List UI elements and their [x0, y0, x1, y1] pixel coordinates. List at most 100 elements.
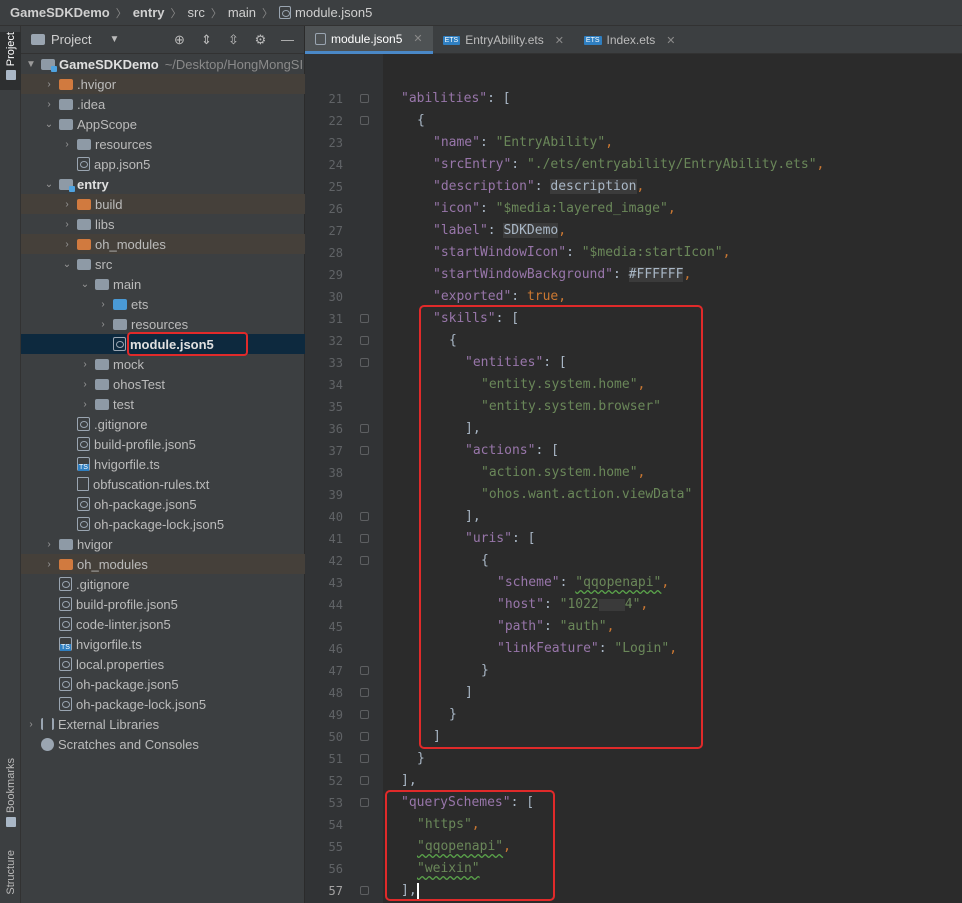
- tree-item-code-linter[interactable]: code-linter.json5: [21, 614, 305, 634]
- tree-item-hvigor-dir[interactable]: › .hvigor: [21, 74, 305, 94]
- tree-item-test[interactable]: › test: [21, 394, 305, 414]
- close-icon[interactable]: ✕: [555, 34, 564, 47]
- tree-item-scratches[interactable]: Scratches and Consoles: [21, 734, 305, 754]
- chevron-right-icon[interactable]: ›: [97, 299, 109, 310]
- tree-item-ets[interactable]: › ets: [21, 294, 305, 314]
- collapse-all-icon[interactable]: ⇳: [227, 33, 240, 46]
- fold-marker-icon[interactable]: [360, 886, 369, 895]
- fold-marker-icon[interactable]: [360, 424, 369, 433]
- fold-marker-icon[interactable]: [360, 336, 369, 345]
- tree-item-root-hvigorfile[interactable]: hvigorfile.ts: [21, 634, 305, 654]
- tree-item-root-oh-package-lock[interactable]: oh-package-lock.json5: [21, 694, 305, 714]
- tree-item-app-json5[interactable]: app.json5: [21, 154, 305, 174]
- breadcrumb-separator: 〉: [210, 7, 222, 20]
- chevron-right-icon[interactable]: ›: [61, 219, 73, 230]
- gear-icon[interactable]: ⚙: [254, 33, 267, 46]
- tree-item-libs[interactable]: › libs: [21, 214, 305, 234]
- breadcrumb-project[interactable]: GameSDKDemo: [10, 5, 110, 20]
- fold-marker-icon[interactable]: [360, 534, 369, 543]
- fold-marker-icon[interactable]: [360, 666, 369, 675]
- fold-marker-icon[interactable]: [360, 314, 369, 323]
- tree-item-root-oh-modules[interactable]: › oh_modules: [21, 554, 305, 574]
- fold-marker-icon[interactable]: [360, 798, 369, 807]
- fold-marker-icon[interactable]: [360, 754, 369, 763]
- tree-item-idea[interactable]: › .idea: [21, 94, 305, 114]
- chevron-right-icon[interactable]: ›: [61, 239, 73, 250]
- tree-item-root-oh-package[interactable]: oh-package.json5: [21, 674, 305, 694]
- tree-item-local-properties[interactable]: local.properties: [21, 654, 305, 674]
- chevron-down-icon[interactable]: ▼: [25, 59, 37, 70]
- project-tool-tab[interactable]: Project: [0, 32, 21, 90]
- tree-item-entry-oh-modules[interactable]: › oh_modules: [21, 234, 305, 254]
- json-key: "srcEntry": [433, 157, 512, 172]
- tree-item-entry[interactable]: ⌄ entry: [21, 174, 305, 194]
- chevron-right-icon[interactable]: ›: [97, 319, 109, 330]
- locate-file-icon[interactable]: ⊕: [173, 33, 186, 46]
- chevron-right-icon[interactable]: ›: [79, 399, 91, 410]
- chevron-right-icon[interactable]: ›: [61, 139, 73, 150]
- fold-marker-icon[interactable]: [360, 512, 369, 521]
- chevron-right-icon[interactable]: ›: [43, 559, 55, 570]
- line-number: 41: [328, 532, 343, 546]
- tab-entryability-ets[interactable]: ETS EntryAbility.ets ✕: [433, 26, 574, 54]
- tree-item-external-libraries[interactable]: › External Libraries: [21, 714, 305, 734]
- fold-marker-icon[interactable]: [360, 556, 369, 565]
- tree-item-mock[interactable]: › mock: [21, 354, 305, 374]
- tree-item-entry-oh-package[interactable]: oh-package.json5: [21, 494, 305, 514]
- tree-item-root[interactable]: ▼ GameSDKDemo ~/Desktop/HongMongSI: [21, 54, 305, 74]
- chevron-down-icon[interactable]: ⌄: [61, 259, 73, 270]
- tree-item-main-resources[interactable]: › resources: [21, 314, 305, 334]
- chevron-down-icon[interactable]: ⌄: [43, 179, 55, 190]
- tree-item-label: .hvigor: [77, 76, 117, 92]
- chevron-down-icon[interactable]: ⌄: [79, 279, 91, 290]
- tree-item-appscope[interactable]: ⌄ AppScope: [21, 114, 305, 134]
- tree-item-root-gitignore[interactable]: .gitignore: [21, 574, 305, 594]
- breadcrumb-file[interactable]: module.json5: [279, 5, 372, 20]
- chevron-right-icon[interactable]: ›: [79, 359, 91, 370]
- tree-item-entry-gitignore[interactable]: .gitignore: [21, 414, 305, 434]
- breadcrumb-main[interactable]: main: [228, 5, 256, 20]
- chevron-right-icon[interactable]: ›: [61, 199, 73, 210]
- close-icon[interactable]: ✕: [666, 34, 675, 47]
- tree-item-ohostest[interactable]: › ohosTest: [21, 374, 305, 394]
- tab-index-ets[interactable]: ETS Index.ets ✕: [574, 26, 686, 54]
- chevron-down-icon[interactable]: ⌄: [43, 119, 55, 130]
- tree-item-appscope-resources[interactable]: › resources: [21, 134, 305, 154]
- minimize-icon[interactable]: —: [281, 33, 294, 46]
- tree-item-entry-hvigorfile[interactable]: hvigorfile.ts: [21, 454, 305, 474]
- tab-module-json5[interactable]: module.json5 ✕: [305, 26, 433, 54]
- tree-item-main[interactable]: ⌄ main: [21, 274, 305, 294]
- fold-marker-icon[interactable]: [360, 776, 369, 785]
- tree-item-obfuscation-rules[interactable]: obfuscation-rules.txt: [21, 474, 305, 494]
- chevron-right-icon[interactable]: ›: [79, 379, 91, 390]
- fold-marker-icon[interactable]: [360, 94, 369, 103]
- chevron-right-icon[interactable]: ›: [43, 99, 55, 110]
- fold-marker-icon[interactable]: [360, 710, 369, 719]
- code-editor[interactable]: "abilities": [ { "name": "EntryAbility",…: [383, 54, 962, 903]
- chevron-right-icon[interactable]: ›: [43, 79, 55, 90]
- fold-marker-icon[interactable]: [360, 688, 369, 697]
- tree-item-label: main: [113, 276, 142, 292]
- editor-gutter[interactable]: 21 22 23 24 25 26 27 28 29 30 31 32 33 3…: [305, 54, 383, 903]
- chevron-right-icon[interactable]: ›: [43, 539, 55, 550]
- tree-item-entry-build-profile[interactable]: build-profile.json5: [21, 434, 305, 454]
- breadcrumb-entry[interactable]: entry: [133, 5, 165, 20]
- fold-marker-icon[interactable]: [360, 446, 369, 455]
- fold-marker-icon[interactable]: [360, 358, 369, 367]
- chevron-right-icon[interactable]: ›: [25, 719, 37, 730]
- close-icon[interactable]: ✕: [413, 32, 422, 45]
- module-folder-icon: [59, 178, 75, 192]
- json-file-icon: [315, 32, 326, 45]
- tree-item-entry-oh-package-lock[interactable]: oh-package-lock.json5: [21, 514, 305, 534]
- tree-item-root-build-profile[interactable]: build-profile.json5: [21, 594, 305, 614]
- tree-item-build[interactable]: › build: [21, 194, 305, 214]
- tree-item-src[interactable]: ⌄ src: [21, 254, 305, 274]
- fold-marker-icon[interactable]: [360, 732, 369, 741]
- breadcrumb-src[interactable]: src: [188, 5, 205, 20]
- project-view-selector[interactable]: Project ▼: [31, 32, 119, 47]
- tree-item-hvigor[interactable]: › hvigor: [21, 534, 305, 554]
- bookmarks-tool-tab[interactable]: Bookmarks: [0, 758, 21, 838]
- fold-marker-icon[interactable]: [360, 116, 369, 125]
- structure-tool-tab[interactable]: Structure: [0, 850, 21, 902]
- expand-all-icon[interactable]: ⇕: [200, 33, 213, 46]
